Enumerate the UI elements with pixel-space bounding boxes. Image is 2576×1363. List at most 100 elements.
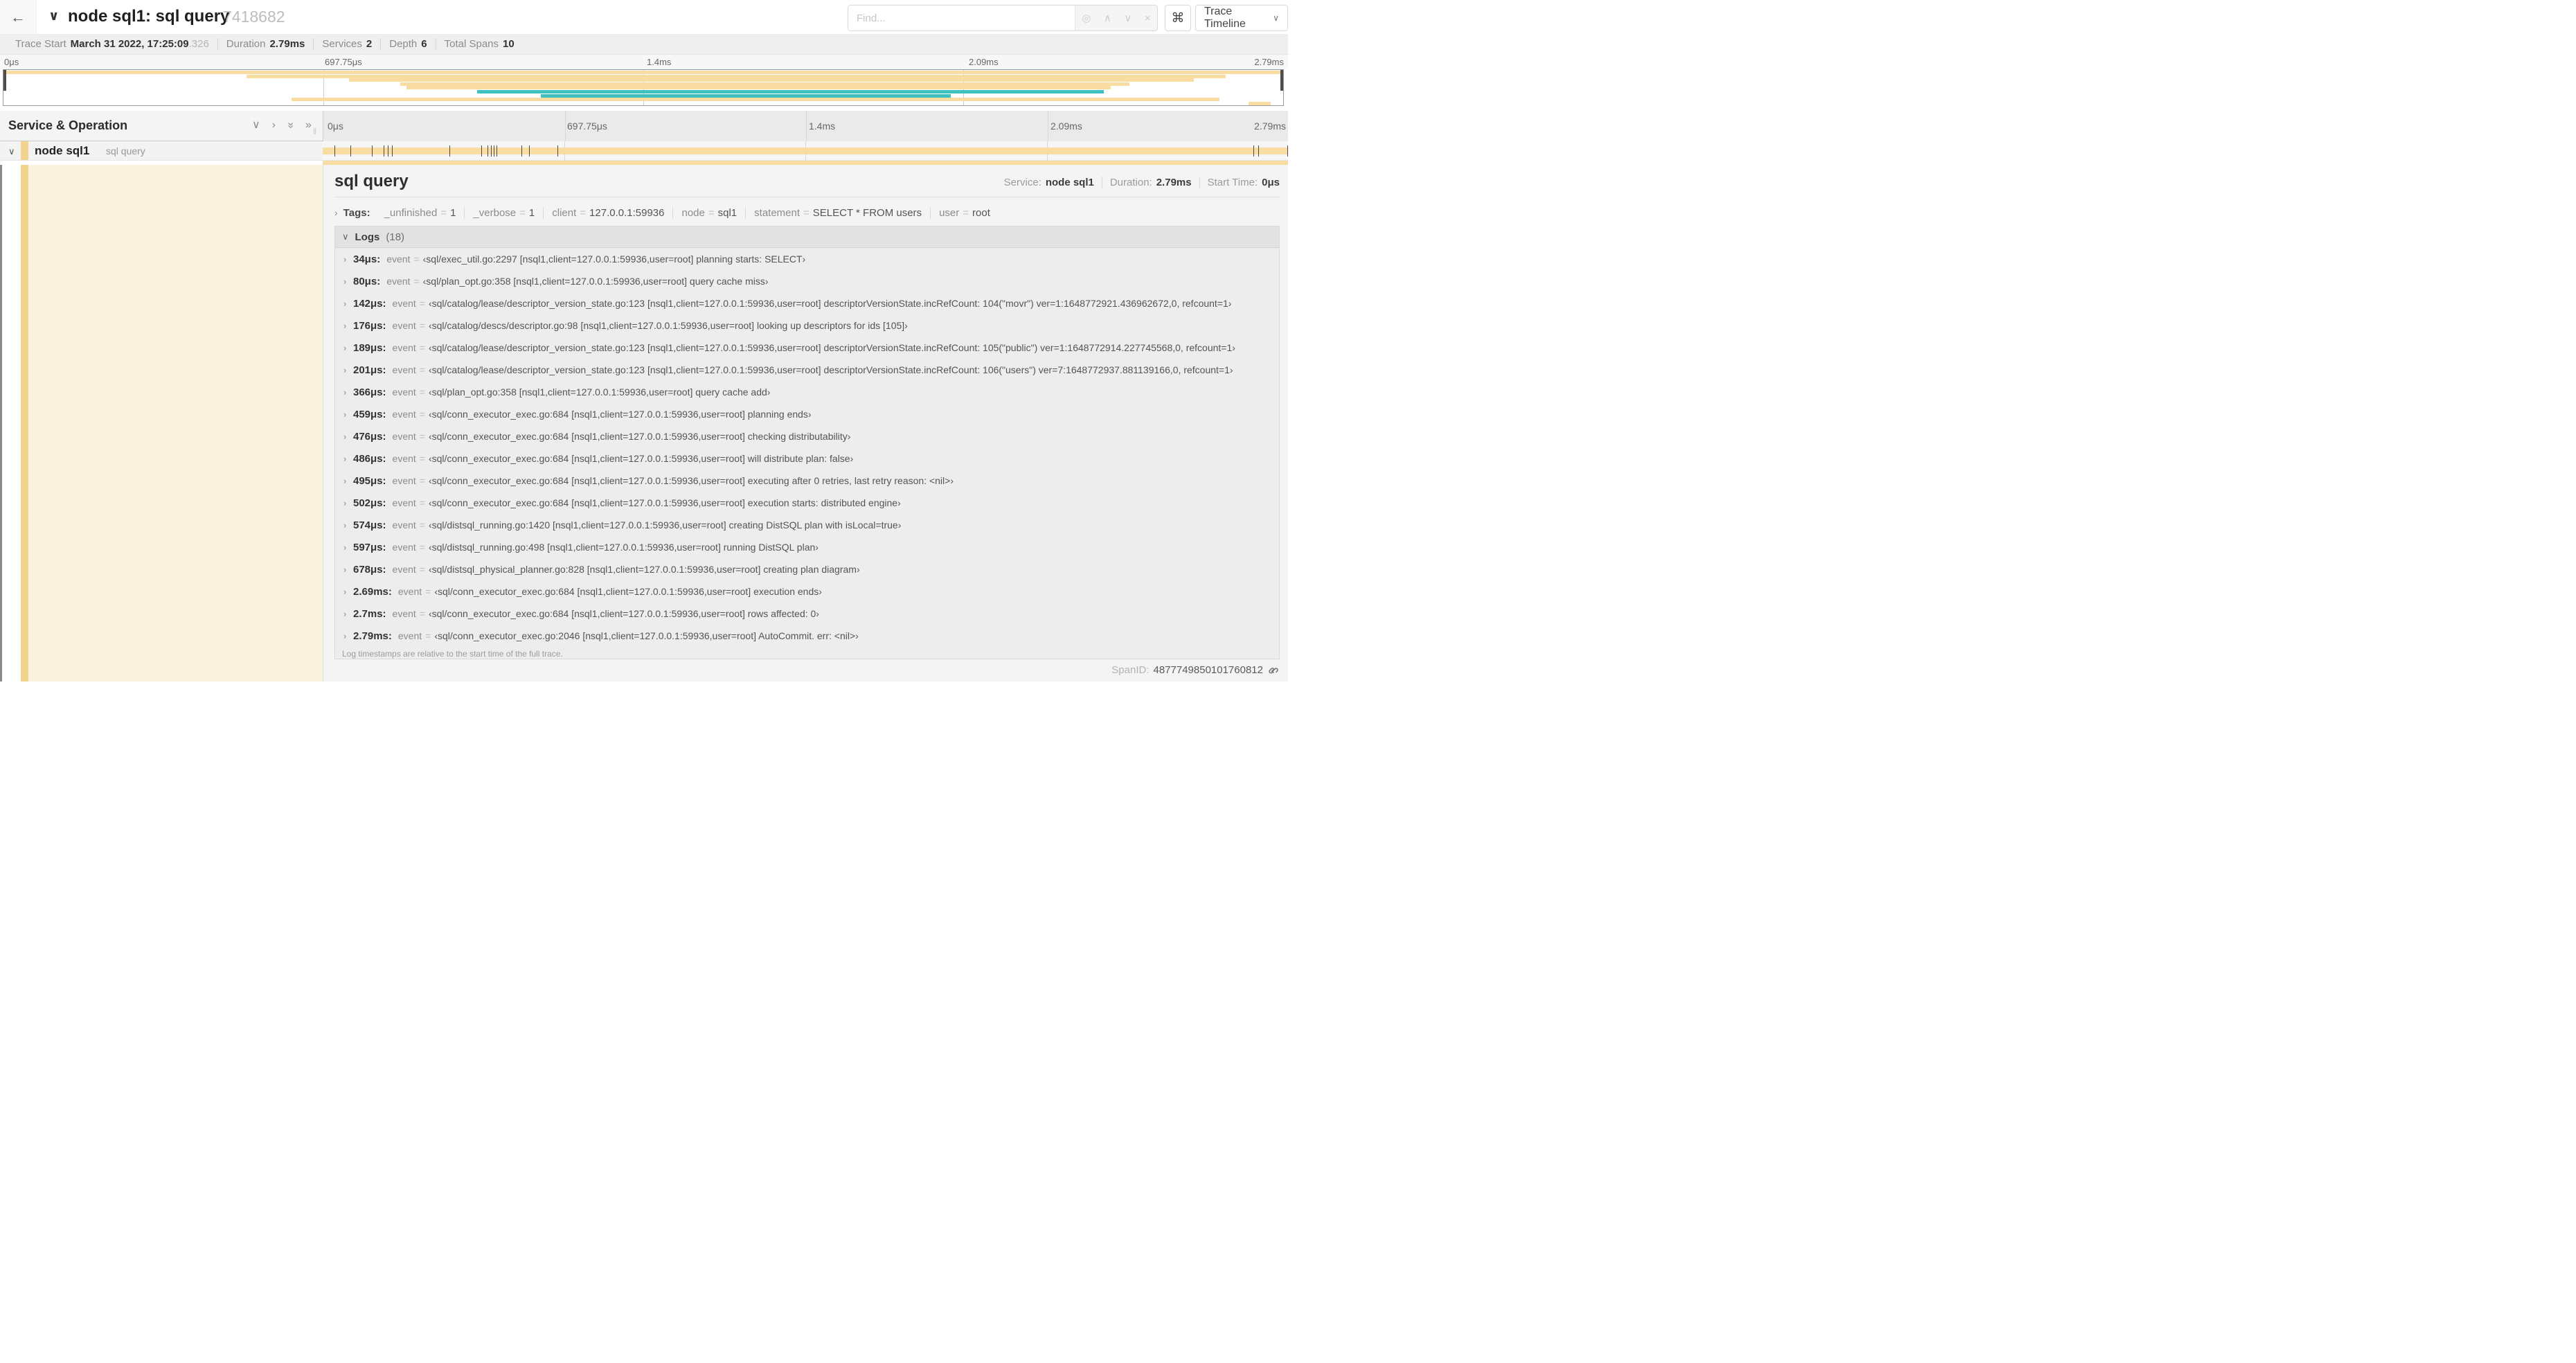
- log-row[interactable]: › 597μs: event = ‹sql/distsql_running.go…: [335, 536, 1279, 558]
- trace-summary-bar: Trace Start March 31 2022, 17:25:09 .326…: [0, 34, 1288, 55]
- start-time-label: Start Time:: [1207, 177, 1258, 188]
- ruler-tick-25: 697.75μs: [567, 121, 607, 132]
- tag-key: statement: [754, 206, 800, 219]
- service-value: node sql1: [1045, 177, 1094, 188]
- span-operation-title: sql query: [334, 172, 409, 190]
- column-resizer-handle[interactable]: ‖: [313, 126, 316, 136]
- minimap-span-bar: [541, 93, 951, 98]
- service-operation-header: Service & Operation: [8, 118, 128, 132]
- prev-match-icon[interactable]: ∧: [1104, 12, 1111, 24]
- log-field-name: event: [392, 453, 416, 464]
- logs-footnote: Log timestamps are relative to the start…: [342, 649, 563, 659]
- equals-sign: =: [419, 431, 425, 442]
- back-button[interactable]: ←: [0, 0, 37, 34]
- log-row[interactable]: › 2.7ms: event = ‹sql/conn_executor_exec…: [335, 603, 1279, 625]
- log-row[interactable]: › 495μs: event = ‹sql/conn_executor_exec…: [335, 470, 1279, 492]
- log-row[interactable]: › 486μs: event = ‹sql/conn_executor_exec…: [335, 447, 1279, 470]
- timeline-minimap[interactable]: [3, 69, 1284, 106]
- equals-sign: =: [708, 206, 715, 219]
- trace-timeline-page: ← ∨ node sql1: sql query 7418682 ◎ ∧ ∨ ×…: [0, 0, 1288, 682]
- log-field-name: event: [392, 386, 416, 398]
- collapse-trace-icon[interactable]: ∨: [48, 8, 59, 24]
- log-event-mark: [371, 145, 373, 157]
- log-row[interactable]: › 80μs: event = ‹sql/plan_opt.go:358 [ns…: [335, 270, 1279, 292]
- detail-row-indent-background: [28, 165, 323, 682]
- log-row[interactable]: › 678μs: event = ‹sql/distsql_physical_p…: [335, 558, 1279, 580]
- expand-log-icon: ›: [343, 253, 347, 265]
- span-duration-bar[interactable]: [323, 148, 1288, 154]
- log-row[interactable]: › 2.69ms: event = ‹sql/conn_executor_exe…: [335, 580, 1279, 603]
- log-field-name: event: [392, 497, 416, 508]
- timeline-header-icons: ∨ › » »: [252, 119, 312, 132]
- tags-row[interactable]: › Tags: _unfinished = 1 _verbose = 1 cli…: [334, 205, 1280, 220]
- log-event-value: ‹sql/conn_executor_exec.go:2046 [nsql1,c…: [434, 630, 859, 641]
- logs-header[interactable]: ∨ Logs (18): [335, 226, 1279, 248]
- start-time-value: 0μs: [1262, 177, 1280, 188]
- log-row[interactable]: › 574μs: event = ‹sql/distsql_running.go…: [335, 514, 1279, 536]
- viewport-left-handle[interactable]: [3, 70, 6, 91]
- log-timestamp: 459μs:: [353, 408, 386, 420]
- collapse-all-icon[interactable]: »: [285, 123, 297, 129]
- collapse-one-icon[interactable]: ∨: [252, 119, 260, 132]
- equals-sign: =: [419, 564, 425, 575]
- expand-all-icon[interactable]: »: [305, 119, 312, 132]
- equals-sign: =: [419, 386, 425, 398]
- tag-item: client = 127.0.0.1:59936: [543, 206, 672, 219]
- equals-sign: =: [419, 608, 425, 619]
- log-timestamp: 574μs:: [353, 519, 386, 531]
- left-edge-bar: [0, 165, 2, 682]
- equals-sign: =: [419, 497, 425, 508]
- collapse-logs-icon: ∨: [342, 231, 349, 242]
- log-row[interactable]: › 34μs: event = ‹sql/exec_util.go:2297 […: [335, 248, 1279, 270]
- log-row[interactable]: › 502μs: event = ‹sql/conn_executor_exec…: [335, 492, 1279, 514]
- equals-sign: =: [803, 206, 810, 219]
- expand-tags-icon[interactable]: ›: [334, 207, 338, 218]
- view-selector-button[interactable]: Trace Timeline ∨: [1195, 5, 1288, 31]
- equals-sign: =: [419, 298, 425, 309]
- minimap-span-bar: [400, 82, 1130, 86]
- minimap-span-bar: [247, 74, 1226, 78]
- tag-value: 127.0.0.1:59936: [589, 206, 665, 219]
- tag-item: _unfinished = 1: [376, 207, 465, 219]
- shortcuts-button[interactable]: ⌘: [1165, 5, 1191, 31]
- log-row[interactable]: › 201μs: event = ‹sql/catalog/lease/desc…: [335, 359, 1279, 381]
- log-row[interactable]: › 476μs: event = ‹sql/conn_executor_exec…: [335, 425, 1279, 447]
- viewport-right-handle[interactable]: [1280, 70, 1283, 91]
- span-id-value: 4877749850101760812: [1153, 664, 1263, 676]
- logs-count: (18): [386, 231, 405, 243]
- expand-log-icon: ›: [343, 453, 347, 464]
- log-row[interactable]: › 459μs: event = ‹sql/conn_executor_exec…: [335, 403, 1279, 425]
- expand-log-icon: ›: [343, 431, 347, 442]
- next-match-icon[interactable]: ∨: [1124, 12, 1132, 24]
- equals-sign: =: [580, 206, 587, 219]
- clear-find-icon[interactable]: ×: [1145, 12, 1151, 24]
- minimap-tick-labels: 0μs 697.75μs 1.4ms 2.09ms 2.79ms: [0, 55, 1288, 69]
- copy-link-icon[interactable]: [1267, 665, 1278, 676]
- log-timestamp: 176μs:: [353, 319, 386, 332]
- span-row-node-sql1[interactable]: ∨ node sql1 sql query: [0, 141, 1288, 161]
- row-collapse-icon[interactable]: ∨: [8, 146, 15, 157]
- trace-id: 7418682: [223, 8, 285, 26]
- log-row[interactable]: › 2.79ms: event = ‹sql/conn_executor_exe…: [335, 625, 1279, 647]
- log-timestamp: 366μs:: [353, 386, 386, 398]
- tag-value: 1: [528, 206, 535, 219]
- log-row[interactable]: › 142μs: event = ‹sql/catalog/lease/desc…: [335, 292, 1279, 314]
- log-field-name: event: [392, 564, 416, 575]
- expand-log-icon: ›: [343, 519, 347, 531]
- log-timestamp: 495μs:: [353, 474, 386, 487]
- minimap-span-bar: [476, 90, 1104, 93]
- ruler-tick-50: 1.4ms: [809, 121, 836, 132]
- log-field-name: event: [392, 475, 416, 486]
- expand-one-icon[interactable]: ›: [272, 119, 276, 132]
- minimap-tick-25: 697.75μs: [325, 57, 362, 67]
- expand-log-icon: ›: [343, 298, 347, 309]
- log-row[interactable]: › 176μs: event = ‹sql/catalog/descs/desc…: [335, 314, 1279, 337]
- log-row[interactable]: › 189μs: event = ‹sql/catalog/lease/desc…: [335, 337, 1279, 359]
- match-highlight-icon[interactable]: ◎: [1082, 12, 1091, 24]
- log-field-name: event: [392, 409, 416, 420]
- log-field-name: event: [386, 253, 411, 265]
- find-input[interactable]: [848, 6, 1075, 30]
- equals-sign: =: [425, 586, 431, 597]
- expand-log-icon: ›: [343, 386, 347, 398]
- log-row[interactable]: › 366μs: event = ‹sql/plan_opt.go:358 [n…: [335, 381, 1279, 403]
